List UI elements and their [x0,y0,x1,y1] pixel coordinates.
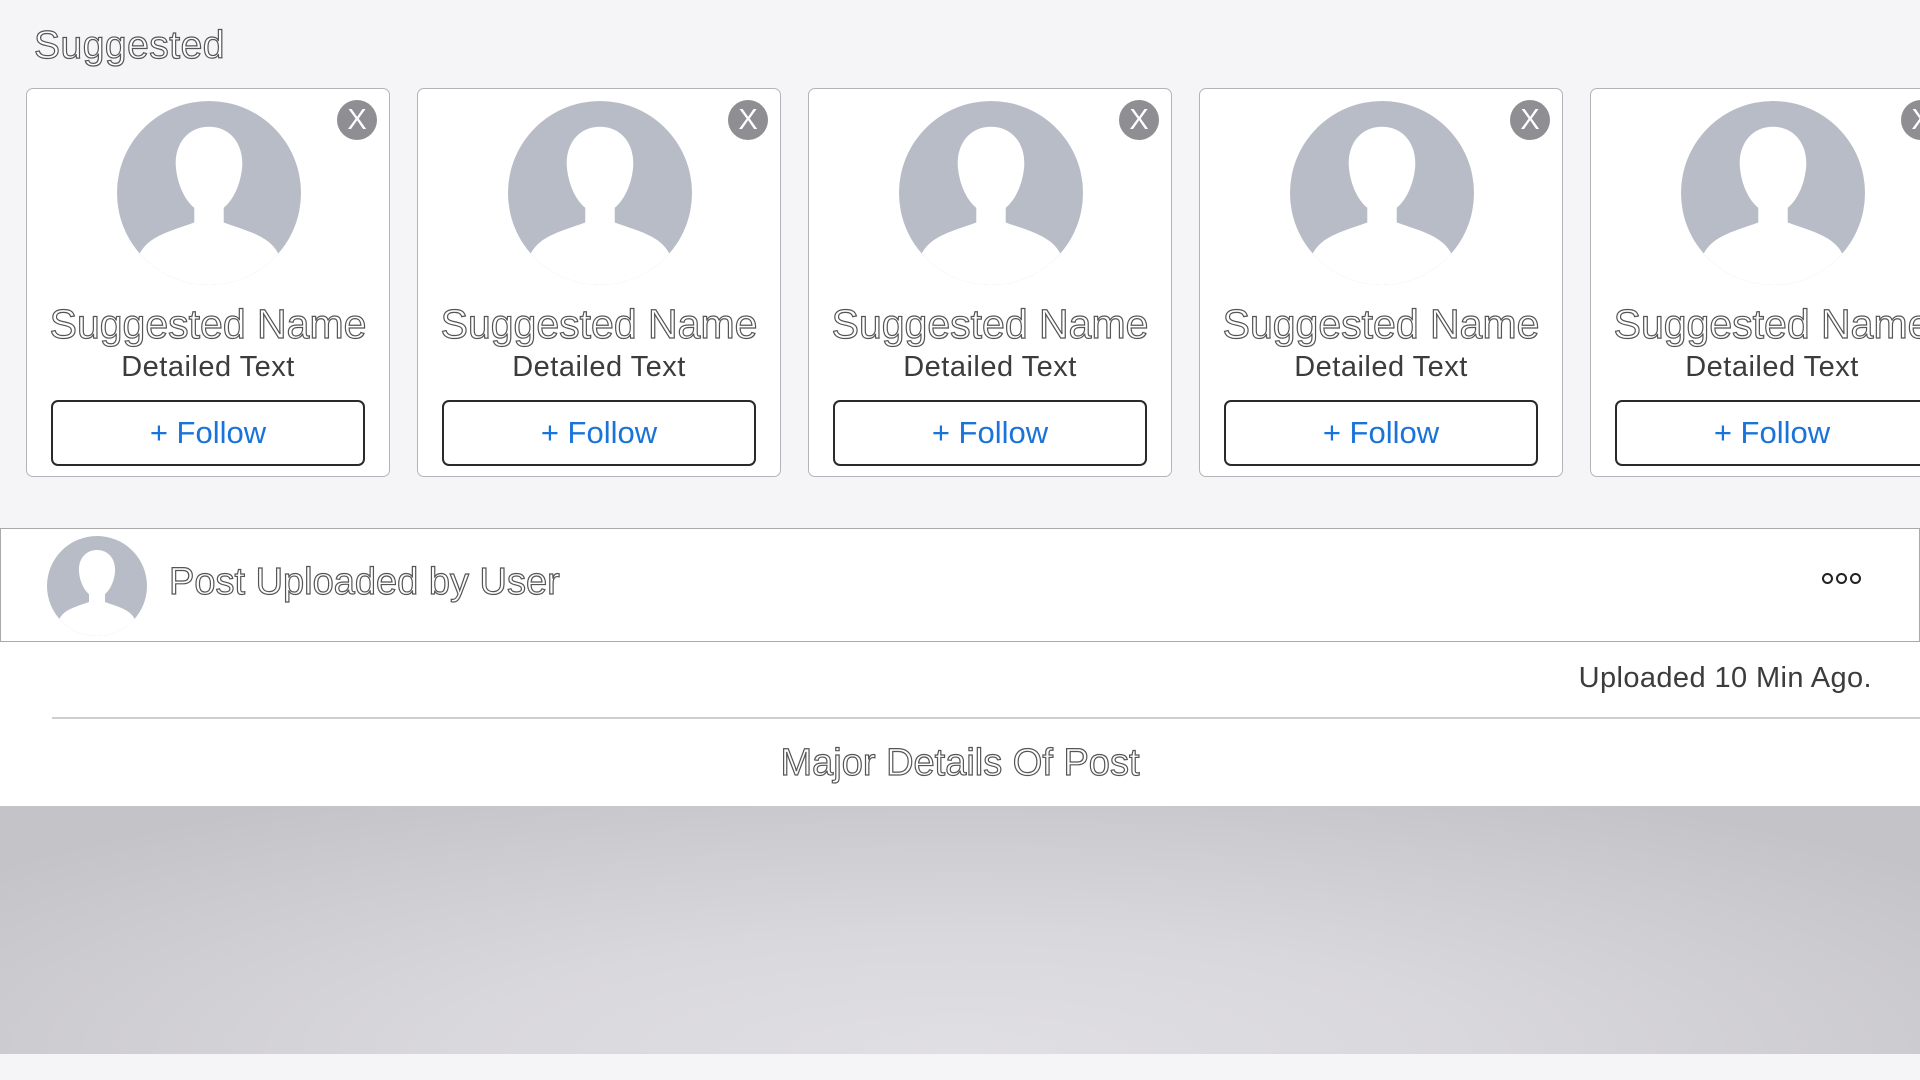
suggested-name: Suggested Name [831,300,1149,347]
follow-button[interactable]: + Follow [1224,400,1538,466]
bottom-strip [0,1054,1920,1080]
follow-button[interactable]: + Follow [442,400,756,466]
post-details: Major Details Of Post [780,741,1140,784]
avatar-icon [1290,101,1474,285]
suggestion-card: X Suggested Name Detailed Text + Follow [1199,88,1563,477]
avatar-icon [117,101,301,285]
post-header: Post Uploaded by User [0,528,1920,642]
suggested-detail: Detailed Text [903,351,1077,383]
avatar-icon [508,101,692,285]
suggested-detail: Detailed Text [512,351,686,383]
follow-button[interactable]: + Follow [1615,400,1920,466]
suggestion-card: X Suggested Name Detailed Text + Follow [1590,88,1920,477]
divider [52,717,1920,719]
dismiss-button[interactable]: X [728,100,768,140]
dismiss-button[interactable]: X [1901,100,1920,140]
user-avatar-icon[interactable] [47,536,147,636]
suggested-name: Suggested Name [1613,300,1920,347]
suggestion-card: X Suggested Name Detailed Text + Follow [417,88,781,477]
suggested-detail: Detailed Text [121,351,295,383]
dismiss-button[interactable]: X [337,100,377,140]
dot [1822,573,1833,584]
dismiss-button[interactable]: X [1119,100,1159,140]
avatar-icon [1681,101,1865,285]
suggested-name: Suggested Name [1222,300,1540,347]
suggested-carousel[interactable]: X Suggested Name Detailed Text + Follow … [26,88,1920,477]
post-title[interactable]: Post Uploaded by User [168,560,560,604]
dot [1850,573,1861,584]
post-image[interactable] [0,806,1920,1054]
follow-button[interactable]: + Follow [833,400,1147,466]
suggestion-card: X Suggested Name Detailed Text + Follow [26,88,390,477]
more-options-icon[interactable] [1822,573,1861,584]
dismiss-button[interactable]: X [1510,100,1550,140]
avatar-icon [899,101,1083,285]
suggested-detail: Detailed Text [1685,351,1859,383]
dot [1836,573,1847,584]
post-timestamp: Uploaded 10 Min Ago. [1578,662,1872,694]
follow-button[interactable]: + Follow [51,400,365,466]
suggested-name: Suggested Name [49,300,367,347]
post-meta: Uploaded 10 Min Ago. Major Details Of Po… [0,642,1920,806]
suggested-name: Suggested Name [440,300,758,347]
page: Suggested X Suggested Name Detailed Text… [0,0,1920,1080]
suggested-detail: Detailed Text [1294,351,1468,383]
suggestion-card: X Suggested Name Detailed Text + Follow [808,88,1172,477]
suggested-title: Suggested [33,23,225,67]
